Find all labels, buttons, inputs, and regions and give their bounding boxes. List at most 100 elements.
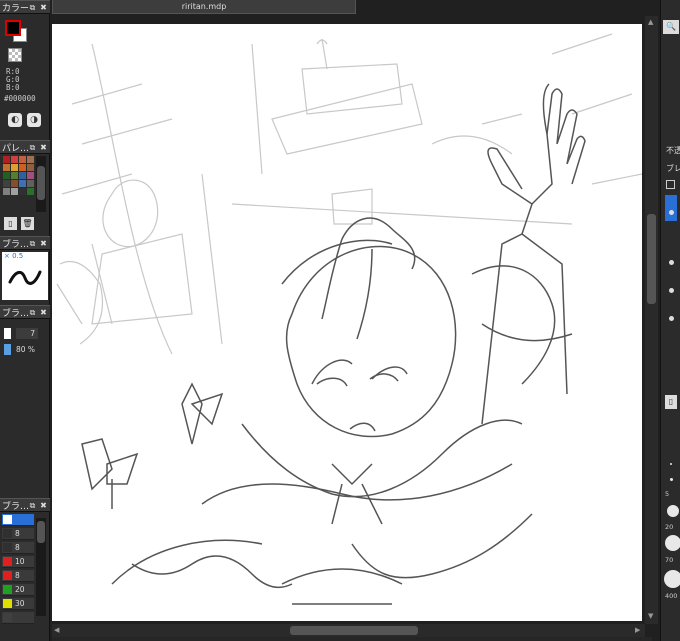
size-label-1: 5: [665, 490, 670, 498]
undock-icon[interactable]: ⧉: [28, 143, 37, 152]
scroll-left-arrow-icon[interactable]: ◀: [54, 626, 59, 634]
palette-swatch[interactable]: [11, 164, 18, 171]
brush-size-dot[interactable]: [665, 535, 680, 551]
brush-color-swatch: [3, 613, 12, 622]
brush-size-dot[interactable]: [667, 505, 679, 517]
brush-list-item[interactable]: 8: [2, 570, 34, 582]
brush-opacity-value[interactable]: 80 %: [16, 345, 35, 354]
brush-color-swatch: [3, 515, 12, 524]
brush-size-dot[interactable]: [664, 570, 680, 588]
layer-visibility-icon[interactable]: [669, 316, 674, 321]
palette-swatch[interactable]: [27, 188, 34, 195]
close-icon[interactable]: ✖: [39, 308, 48, 317]
brush-color-swatch: [3, 599, 12, 608]
palette-scrollbar[interactable]: [36, 156, 46, 212]
brush-preview-panel: ブラ… ⧉ ✖ × 0.5: [0, 236, 50, 302]
brush-size-label: 20: [15, 585, 25, 594]
color-panel-title: カラー: [2, 3, 28, 14]
trash-icon[interactable]: 🗑: [21, 217, 34, 230]
selected-layer[interactable]: [665, 195, 677, 221]
palette-swatch[interactable]: [3, 188, 10, 195]
new-layer-icon[interactable]: ▯: [665, 395, 677, 409]
palette-swatch[interactable]: [11, 172, 18, 179]
brush-list-item[interactable]: 30: [2, 598, 34, 610]
protect-alpha-checkbox[interactable]: [666, 180, 675, 189]
close-icon[interactable]: ✖: [39, 3, 48, 12]
scroll-up-arrow-icon[interactable]: ▲: [648, 18, 653, 26]
brush-size-input[interactable]: 7: [16, 327, 38, 339]
palette-swatch[interactable]: [3, 156, 10, 163]
palette-swatch[interactable]: [11, 180, 18, 187]
hex-value: #000000: [4, 94, 36, 103]
brush-color-swatch: [3, 543, 12, 552]
canvas-horizontal-scrollbar[interactable]: ◀ ▶: [52, 624, 645, 637]
palette-swatch[interactable]: [27, 164, 34, 171]
brush-size-dot[interactable]: [670, 478, 673, 481]
scrollbar-thumb[interactable]: [647, 214, 656, 304]
canvas-vertical-scrollbar[interactable]: ▲ ▼: [645, 16, 658, 624]
close-icon[interactable]: ✖: [39, 501, 48, 510]
scrollbar-thumb[interactable]: [290, 626, 418, 635]
opacity-label: 不透: [666, 146, 680, 155]
palette-swatch[interactable]: [19, 172, 26, 179]
palette-swatch[interactable]: [11, 188, 18, 195]
size-label-3: 70: [665, 556, 674, 564]
palette-swatch[interactable]: [27, 180, 34, 187]
palette-swatch[interactable]: [19, 188, 26, 195]
brush-color-swatch: [3, 571, 12, 580]
undock-icon[interactable]: ⧉: [28, 239, 37, 248]
palette-swatch[interactable]: [27, 156, 34, 163]
drawing-canvas[interactable]: [52, 24, 642, 621]
palette-swatch[interactable]: [19, 180, 26, 187]
size-label-4: 400: [665, 592, 678, 600]
scroll-right-arrow-icon[interactable]: ▶: [635, 626, 640, 634]
brush-list-item[interactable]: [2, 612, 34, 624]
brush-preview-header[interactable]: ブラ… ⧉ ✖: [0, 236, 50, 250]
brush-list-item[interactable]: 20: [2, 584, 34, 596]
color-panel: カラー ⧉ ✖ R:0 G:0 B:0 #000000 ◐ ◑: [0, 0, 50, 140]
blue-value: B:0: [6, 83, 20, 92]
brush-list-item[interactable]: [2, 514, 34, 526]
brush-list-header[interactable]: ブラ… ⧉ ✖: [0, 498, 50, 512]
palette-panel: パレ… ⧉ ✖ ▯ 🗑: [0, 140, 50, 236]
undock-icon[interactable]: ⧉: [28, 3, 37, 12]
brush-list-item[interactable]: 8: [2, 528, 34, 540]
scroll-down-arrow-icon[interactable]: ▼: [648, 612, 653, 620]
layer-visibility-icon[interactable]: [669, 288, 674, 293]
transparent-color-swatch[interactable]: [8, 48, 22, 62]
color-panel-header[interactable]: カラー ⧉ ✖: [0, 0, 50, 14]
brush-list-title: ブラ…: [2, 501, 28, 512]
palette-panel-header[interactable]: パレ… ⧉ ✖: [0, 140, 50, 154]
undock-icon[interactable]: ⧉: [28, 501, 37, 510]
brush-size-panel: ブラ… ⧉ ✖ 7 80 %: [0, 305, 50, 365]
new-page-icon[interactable]: ▯: [4, 217, 17, 230]
brush-list-scrollbar[interactable]: [36, 518, 46, 616]
palette-swatch[interactable]: [19, 164, 26, 171]
palette-swatch[interactable]: [27, 172, 34, 179]
palette-grid: [3, 156, 34, 195]
scrollbar-thumb[interactable]: [37, 521, 45, 543]
zoom-icon[interactable]: 🔍: [663, 20, 679, 34]
brush-color-swatch: [3, 585, 12, 594]
palette-swatch[interactable]: [19, 156, 26, 163]
brush-list-item[interactable]: 10: [2, 556, 34, 568]
palette-swatch[interactable]: [3, 180, 10, 187]
palette-swatch[interactable]: [3, 164, 10, 171]
layer-visibility-icon[interactable]: [669, 260, 674, 265]
size-swatch: [4, 327, 11, 339]
palette-swatch[interactable]: [11, 156, 18, 163]
layer-visibility-icon[interactable]: [669, 210, 674, 215]
close-icon[interactable]: ✖: [39, 239, 48, 248]
brush-list-item[interactable]: 8: [2, 542, 34, 554]
color-wheel-icon[interactable]: ◐: [8, 113, 22, 127]
undock-icon[interactable]: ⧉: [28, 308, 37, 317]
brush-size-dot[interactable]: [670, 463, 672, 465]
brush-size-row: 7: [4, 327, 38, 339]
palette-swatch[interactable]: [3, 172, 10, 179]
close-icon[interactable]: ✖: [39, 143, 48, 152]
foreground-color-swatch[interactable]: [5, 20, 21, 36]
color-history-icon[interactable]: ◑: [27, 113, 41, 127]
brush-size-header[interactable]: ブラ… ⧉ ✖: [0, 305, 50, 319]
document-tab[interactable]: riritan.mdp: [52, 0, 356, 14]
scrollbar-thumb[interactable]: [37, 166, 45, 200]
